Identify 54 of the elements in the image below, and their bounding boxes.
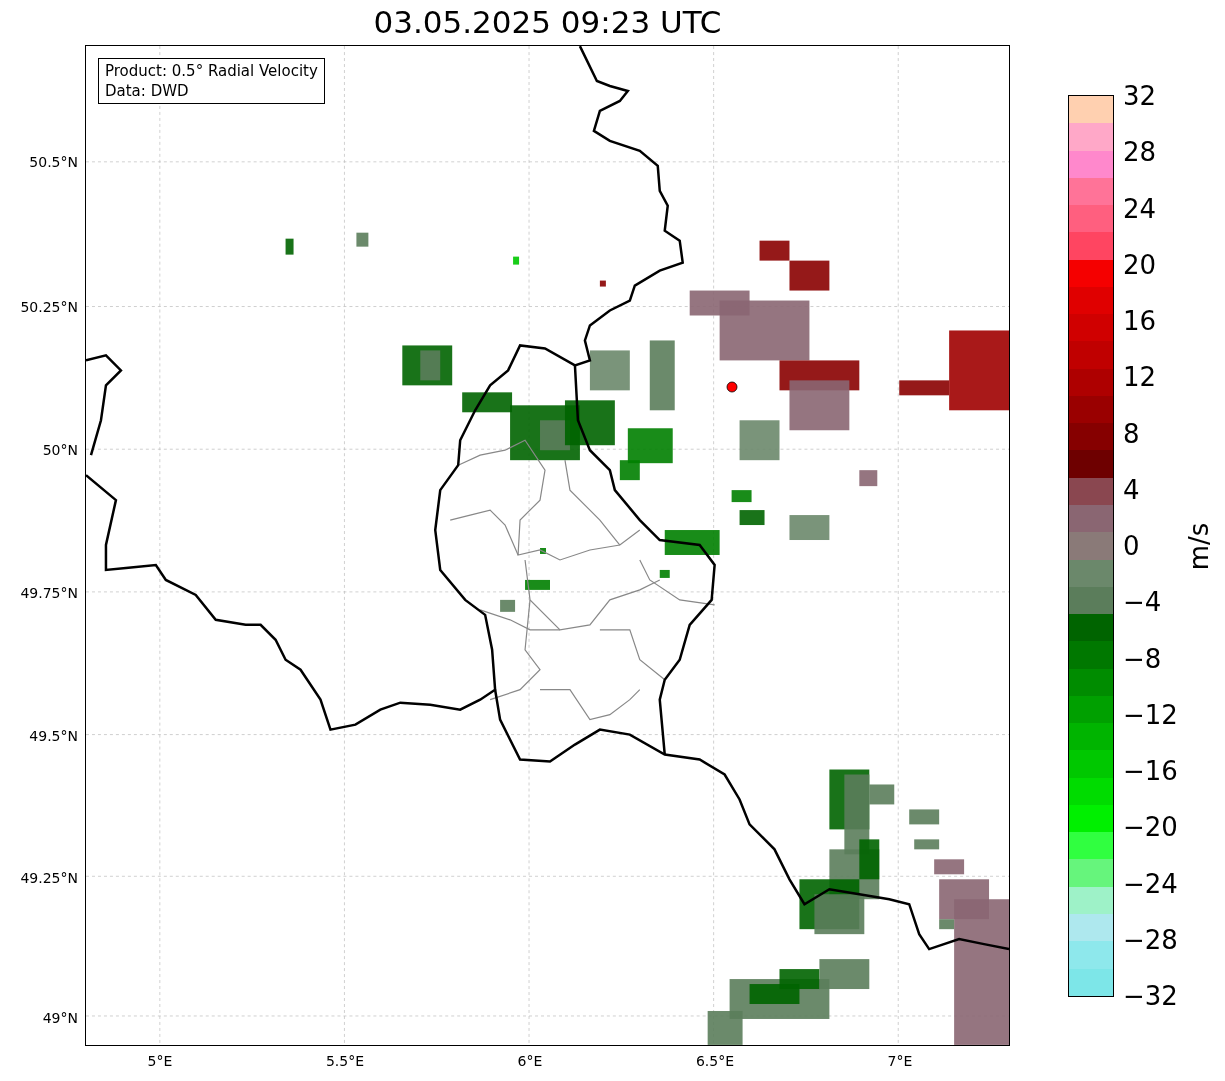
colorbar-tick-label: 28: [1123, 137, 1157, 168]
radar-echo: [285, 238, 294, 255]
radar-echo: [664, 530, 720, 555]
colorbar-tick-label: 16: [1123, 306, 1157, 336]
radar-echo: [500, 599, 516, 612]
radar-echo: [739, 510, 765, 526]
radar-echo: [739, 420, 780, 461]
latitude-tick-label: 49.5°N: [29, 726, 78, 746]
colorbar-tick-label: 20: [1123, 249, 1157, 280]
radar-echo: [914, 839, 940, 850]
colorbar-axis-label: m/s: [1183, 522, 1216, 570]
colorbar-tick-label: 4: [1123, 474, 1140, 505]
latitude-tick-label: 50.5°N: [29, 152, 78, 172]
longitude-tick-label: 6.5°E: [695, 1052, 735, 1071]
colorbar-tick-label: 8: [1123, 418, 1140, 449]
colorbar-tick-label: 32: [1123, 81, 1157, 111]
colorbar-tick-label: −16: [1123, 756, 1178, 786]
chart-title: 03.05.2025 09:23 UTC: [372, 3, 723, 42]
radar-echo: [540, 548, 546, 554]
radar-echo: [731, 490, 752, 503]
colorbar-tick-label: −20: [1123, 812, 1178, 843]
colorbar-tick-label: 0: [1123, 531, 1140, 561]
radar-echo: [859, 470, 878, 487]
latitude-tick-label: 49.25°N: [20, 868, 78, 888]
radar-echo: [589, 350, 630, 391]
colorbar-tick-label: 12: [1123, 362, 1157, 393]
radar-echo: [356, 232, 369, 247]
radar-echo: [814, 894, 865, 935]
longitude-tick-label: 6°E: [517, 1052, 543, 1071]
colorbar-tick-label: −32: [1123, 981, 1178, 1011]
radar-echo: [789, 515, 830, 540]
colorbar-tick-label: 24: [1123, 193, 1157, 224]
radar-echo: [599, 280, 606, 287]
colorbar-tick-label: −24: [1123, 868, 1178, 899]
radar-echo: [909, 809, 940, 825]
latitude-tick-label: 50°N: [42, 440, 78, 460]
colorbar-tick-label: −12: [1123, 699, 1178, 730]
colorbar-tick-label: −4: [1123, 587, 1162, 618]
radar-echo: [525, 579, 550, 590]
legend-text: Product: 0.5° Radial Velocity: [105, 61, 318, 81]
longitude-tick-label: 5°E: [147, 1052, 173, 1071]
latitude-tick-label: 50.25°N: [20, 297, 78, 317]
radar-echo: [649, 340, 675, 411]
colorbar-tick-label: −8: [1123, 643, 1162, 674]
radar-echo: [513, 256, 520, 265]
longitude-tick-label: 7°E: [887, 1052, 913, 1071]
longitude-tick-label: 5.5°E: [325, 1052, 365, 1071]
latitude-tick-label: 49°N: [42, 1008, 78, 1028]
legend-text: Data: DWD: [105, 81, 190, 101]
latitude-tick-label: 49.75°N: [20, 583, 78, 603]
colorbar-tick-label: −28: [1123, 924, 1178, 955]
radar-echo: [659, 569, 670, 578]
radar-site-marker-icon: [726, 381, 738, 393]
radar-echo: [934, 859, 965, 875]
